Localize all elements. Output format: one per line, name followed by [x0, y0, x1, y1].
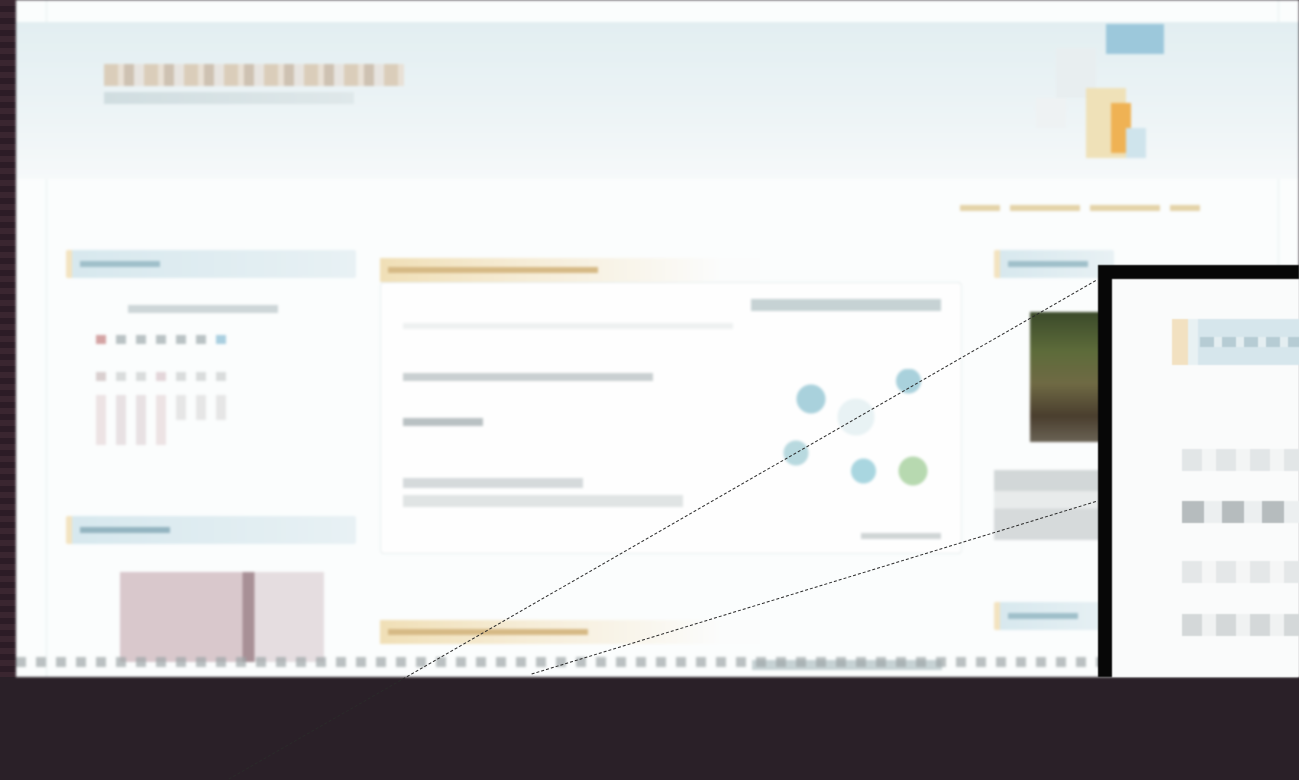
zoomed-heading	[1172, 319, 1299, 365]
nav-item[interactable]	[1090, 205, 1160, 211]
left-desktop-strip	[0, 0, 16, 677]
sidebar-heading-calendar	[66, 250, 356, 278]
calendar-month	[128, 305, 278, 313]
nav-item[interactable]	[1010, 205, 1080, 211]
calendar-week	[96, 372, 226, 381]
zoomed-row	[1182, 614, 1299, 636]
site-title-blurred[interactable]	[104, 64, 404, 86]
archive-thumbnails[interactable]	[120, 572, 324, 662]
calendar-weekdays	[96, 335, 226, 344]
sidebar-heading-links	[994, 602, 1114, 630]
zoomed-row	[1182, 449, 1299, 471]
site-tagline-blurred	[104, 92, 354, 104]
post-title[interactable]	[380, 258, 760, 282]
calendar-week	[96, 395, 226, 445]
zoomed-row	[1182, 561, 1299, 583]
top-nav	[960, 205, 1230, 213]
nav-item[interactable]	[1170, 205, 1200, 211]
site-logo-icon[interactable]	[996, 8, 1196, 188]
nav-item[interactable]	[960, 205, 1000, 211]
zoomed-row	[1182, 501, 1299, 523]
sidebar-heading-photos	[994, 250, 1114, 278]
post-card	[380, 282, 962, 554]
post-title[interactable]	[380, 620, 760, 644]
sidebar-heading-archive	[66, 516, 356, 544]
zoom-inset	[1098, 265, 1299, 677]
